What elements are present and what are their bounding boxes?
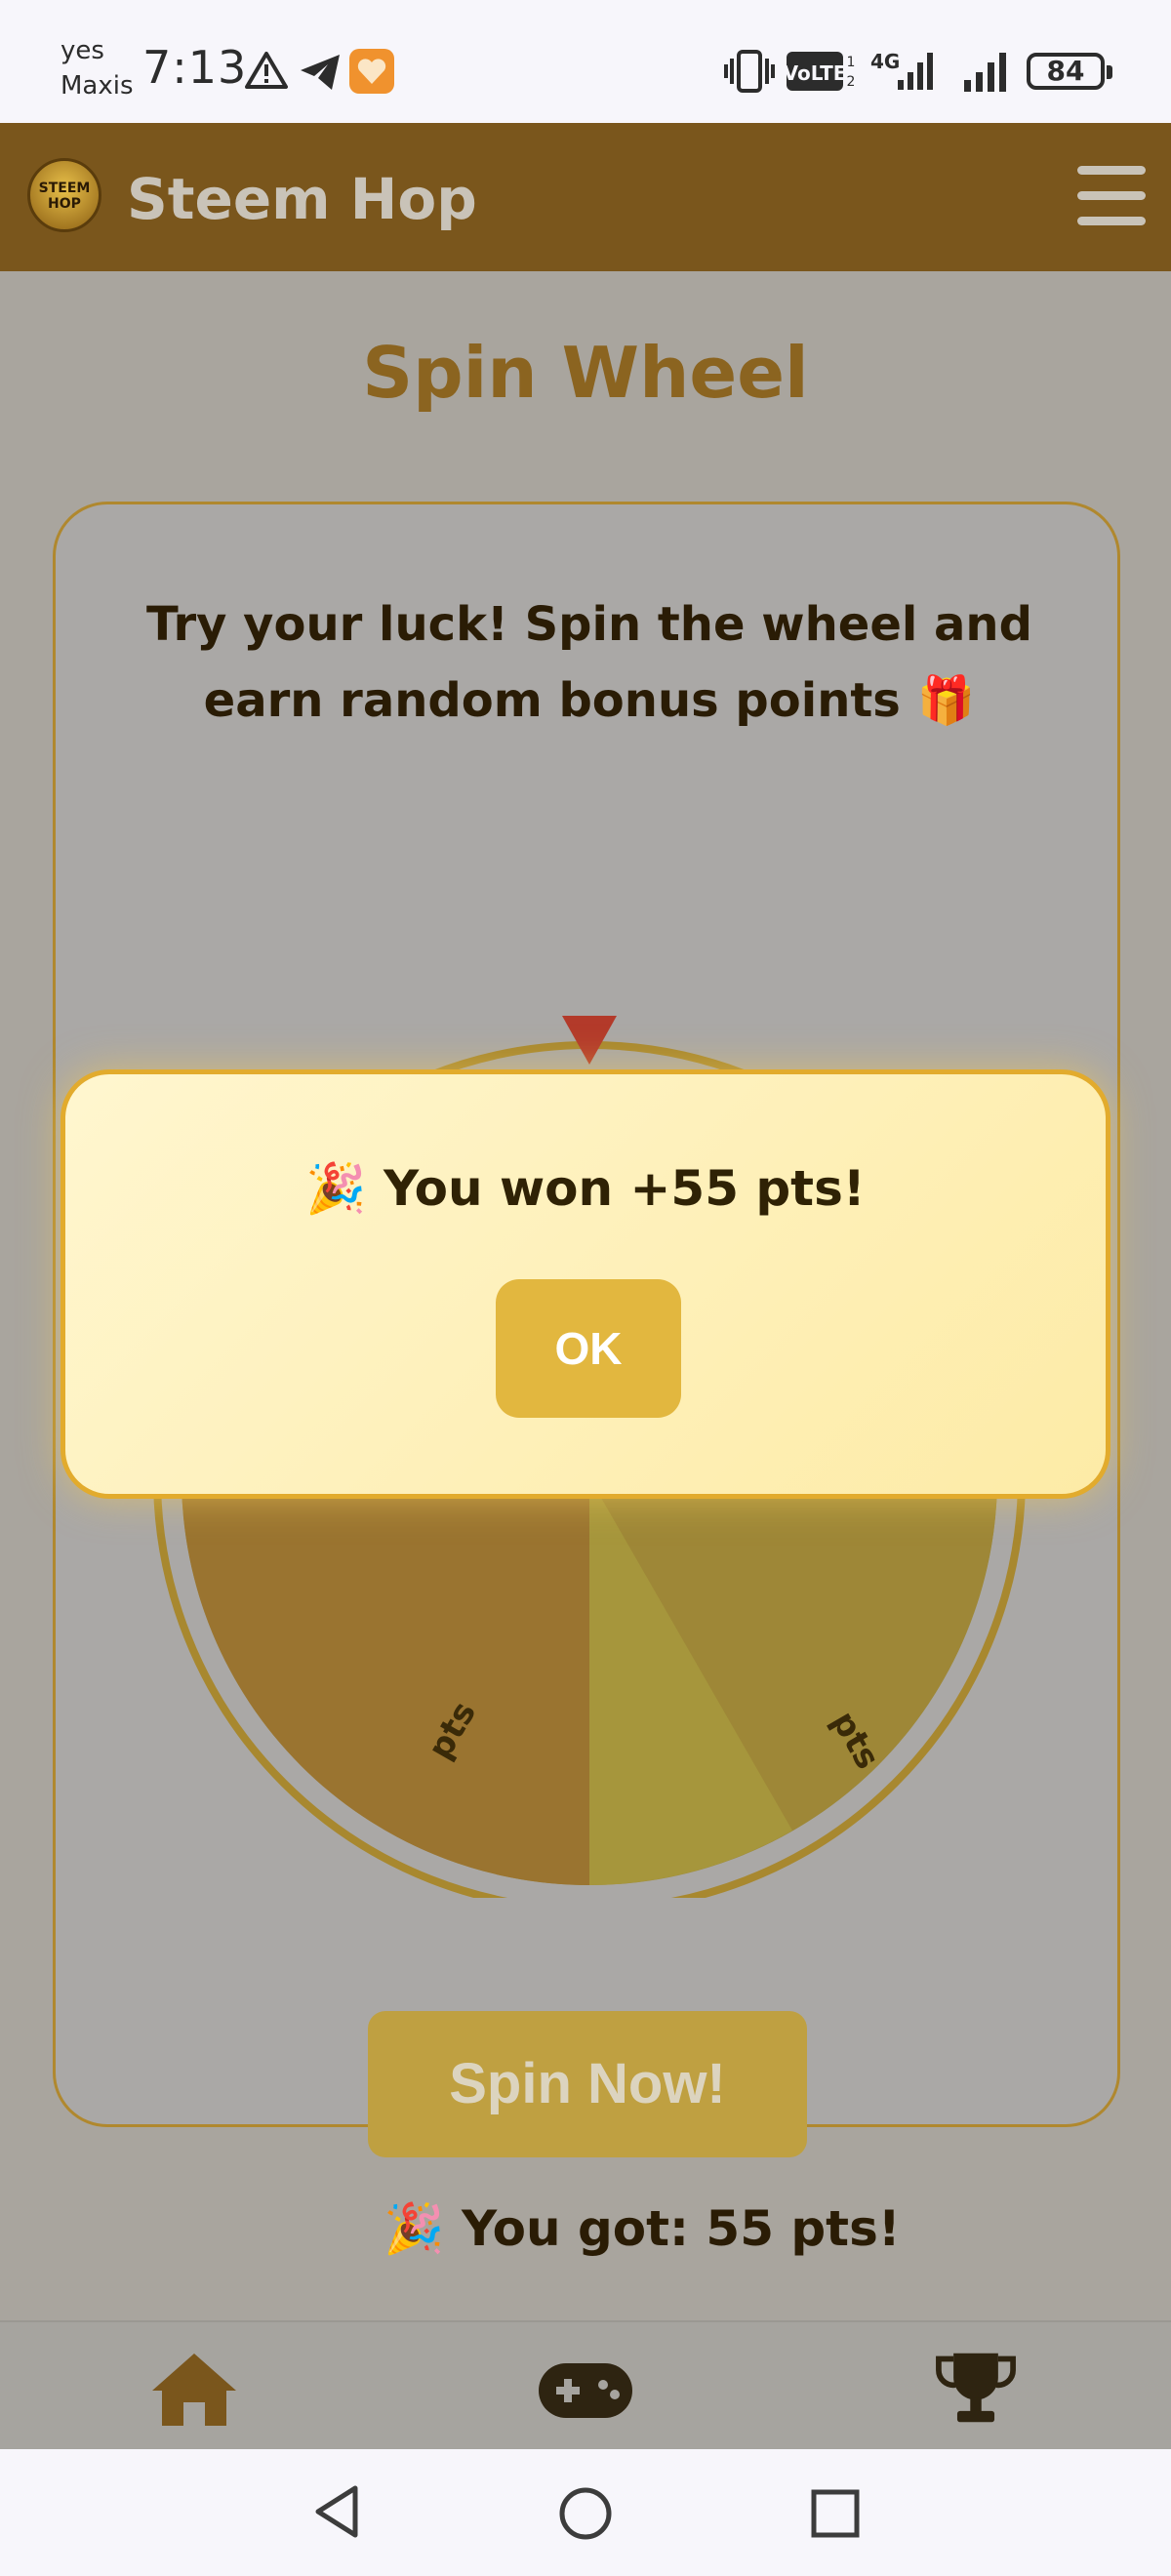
svg-text:1: 1 [847,55,856,70]
vibrate-icon [724,50,775,93]
spin-description: Try your luck! Spin the wheel and earn r… [146,597,1032,728]
wheel-segment [182,1477,589,1885]
modal-message: 🎉 You won +55 pts! [305,1160,866,1217]
app-notification-icon [349,49,394,94]
svg-text:2: 2 [847,74,856,90]
battery-icon: 84 [1027,53,1112,90]
spin-now-button[interactable]: Spin Now! [368,2011,807,2157]
app-title: Steem Hop [127,166,477,232]
gamepad-icon[interactable] [537,2350,634,2428]
volte-icon: VoLTE 1 2 [787,52,856,91]
system-nav-bar [0,2449,1171,2576]
carrier-label: yes Maxis [61,33,134,103]
signal-icon [964,53,1006,92]
home-circle-icon[interactable] [556,2484,615,2543]
back-icon[interactable] [310,2482,363,2541]
screen: yes Maxis 7:13 VoLTE 1 2 4G 84 STEEM HOP… [0,0,1171,2576]
carrier-line-1: yes [61,36,104,65]
ok-button[interactable]: OK [496,1279,681,1418]
app-bar: STEEM HOP Steem Hop [0,123,1171,271]
status-bar: yes Maxis 7:13 VoLTE 1 2 4G 84 [0,0,1171,123]
wheel-pointer [562,1016,617,1065]
clock: 7:13 [142,41,248,94]
bottom-nav [0,2320,1171,2449]
svg-text:4G: 4G [870,50,900,73]
svg-text:VoLTE: VoLTE [787,61,846,85]
4g-signal-icon: 4G [870,50,933,90]
carrier-line-2: Maxis [61,71,134,101]
spin-result: 🎉 You got: 55 pts! [384,2200,901,2257]
recents-icon[interactable] [808,2486,863,2541]
result-modal: 🎉 You won +55 pts! OK [61,1069,1110,1499]
home-icon[interactable] [150,2350,238,2428]
warning-icon [245,52,288,89]
telegram-icon [301,55,340,90]
app-logo[interactable]: STEEM HOP [27,158,101,232]
hamburger-menu-icon[interactable] [1077,166,1146,226]
trophy-icon[interactable] [931,2350,1021,2428]
page-title: Spin Wheel [362,332,809,414]
